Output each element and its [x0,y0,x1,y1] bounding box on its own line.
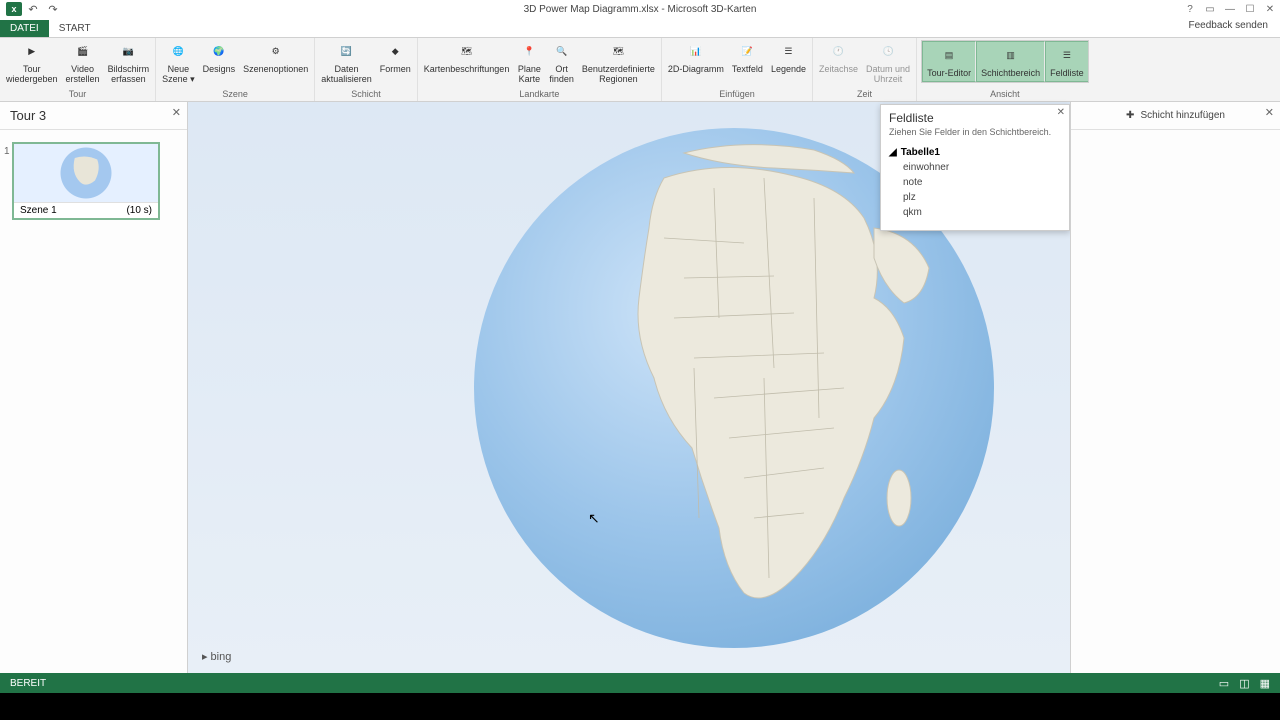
plus-icon: ✚ [1126,110,1134,121]
custom-regions-button[interactable]: 🗺Benutzerdefinierte Regionen [578,38,659,87]
undo-button[interactable]: ↶ [24,1,42,17]
group-scene-label: Szene [158,89,312,101]
layer-panel-close[interactable]: ✕ [1265,106,1274,119]
textbox-button[interactable]: 📝Textfeld [728,38,767,77]
map-canvas[interactable]: ↖ ▸bing © 2020 TomTom © 2020 HERE ˄ ˅ ˂ … [188,102,1280,673]
feedback-link[interactable]: Feedback senden [1188,20,1268,31]
create-video-button[interactable]: 🎬Video erstellen [62,38,104,87]
list-icon: ☰ [1055,44,1079,68]
group-map-label: Landkarte [420,89,659,101]
scene-item[interactable]: 1 Szene 1 (10 s) [12,142,160,220]
timeline-icon: 🕐 [827,40,851,64]
view-mode-button-2[interactable]: ◫ [1239,677,1249,690]
globe-icon: 🌐 [166,40,190,64]
shapes-icon: ◆ [383,40,407,64]
tour-title: Tour 3 [10,108,46,123]
screenshot-button[interactable]: 📷Bildschirm erfassen [104,38,154,87]
scene-duration: (10 s) [126,205,152,216]
chart-button[interactable]: 📊2D-Diagramm [664,38,728,77]
field-list-panel[interactable]: Feldliste ✕ Ziehen Sie Felder in den Sch… [880,104,1070,231]
new-scene-button[interactable]: 🌐Neue Szene ▾ [158,38,199,87]
help-button[interactable]: ? [1180,1,1200,17]
field-list-toggle[interactable]: ☰Feldliste [1045,41,1088,82]
field-list-close[interactable]: ✕ [1057,107,1065,118]
camera-icon: 📷 [116,40,140,64]
clock-icon: 🕓 [876,40,900,64]
video-icon: 🎬 [71,40,95,64]
pane-icon: ▥ [999,44,1023,68]
textbox-icon: 📝 [735,40,759,64]
scene-name: Szene 1 [20,205,57,216]
legend-icon: ☰ [776,40,800,64]
group-time-label: Zeit [815,89,914,101]
layer-pane-toggle[interactable]: ▥Schichtbereich [976,41,1045,82]
tab-datei[interactable]: DATEI [0,20,49,37]
minimize-button[interactable]: — [1220,1,1240,17]
gear-icon: ⚙ [264,40,288,64]
field-item[interactable]: plz [889,190,1061,205]
regions-icon: 🗺 [606,40,630,64]
datetime-button[interactable]: 🕓Datum und Uhrzeit [862,38,914,87]
labels-icon: 🗺 [455,40,479,64]
refresh-data-button[interactable]: 🔄Daten aktualisieren [317,38,376,87]
play-icon: ▶ [20,40,44,64]
field-item[interactable]: einwohner [889,160,1061,175]
play-tour-button[interactable]: ▶Tour wiedergeben [2,38,62,87]
field-item[interactable]: note [889,175,1061,190]
scene-thumbnail [14,144,158,202]
ribbon-collapse-button[interactable]: ▭ [1200,1,1220,17]
view-mode-button-1[interactable]: ▭ [1219,677,1229,690]
designs-icon: 🌍 [207,40,231,64]
field-list-title: Feldliste [889,111,934,125]
map-labels-button[interactable]: 🗺Kartenbeschriftungen [420,38,514,77]
group-insert-label: Einfügen [664,89,810,101]
chevron-down-icon: ◢ [889,147,897,158]
bing-logo: ▸bing [202,650,231,663]
editor-icon: ▤ [937,44,961,68]
field-table-name[interactable]: ◢Tabelle1 [889,145,1061,160]
layer-panel: ✚ Schicht hinzufügen ✕ [1070,102,1280,673]
legend-button[interactable]: ☰Legende [767,38,810,77]
tour-editor-toggle[interactable]: ▤Tour-Editor [922,41,976,82]
window-title: 3D Power Map Diagramm.xlsx - Microsoft 3… [524,4,757,15]
maximize-button[interactable]: ☐ [1240,1,1260,17]
group-tour-label: Tour [2,89,153,101]
add-layer-button[interactable]: ✚ Schicht hinzufügen ✕ [1071,102,1280,130]
shapes-button[interactable]: ◆Formen [376,38,415,77]
field-list-hint: Ziehen Sie Felder in den Schichtbereich. [881,127,1069,143]
redo-button[interactable]: ↷ [44,1,62,17]
app-icon: x [6,2,22,16]
scene-number: 1 [4,146,10,157]
chart-icon: 📊 [684,40,708,64]
group-layer-label: Schicht [317,89,415,101]
designs-button[interactable]: 🌍Designs [199,38,240,77]
refresh-icon: 🔄 [334,40,358,64]
field-item[interactable]: qkm [889,205,1061,220]
flat-map-button[interactable]: 📍Plane Karte [513,38,545,87]
timeline-button[interactable]: 🕐Zeitachse [815,38,862,77]
tab-start[interactable]: START [49,20,101,37]
bing-icon: ▸ [202,650,208,663]
view-mode-button-3[interactable]: ▦ [1260,677,1270,690]
tour-panel-close[interactable]: ✕ [172,106,181,119]
search-icon: 🔍 [550,40,574,64]
status-text: BEREIT [10,678,46,689]
find-location-button[interactable]: 🔍Ort finden [545,38,578,87]
flatmap-icon: 📍 [517,40,541,64]
group-view-label: Ansicht [919,89,1091,101]
close-button[interactable]: ✕ [1260,1,1280,17]
scene-options-button[interactable]: ⚙Szenenoptionen [239,38,312,77]
tour-panel: Tour 3 ✕ 1 Szene 1 (10 s) [0,102,188,673]
